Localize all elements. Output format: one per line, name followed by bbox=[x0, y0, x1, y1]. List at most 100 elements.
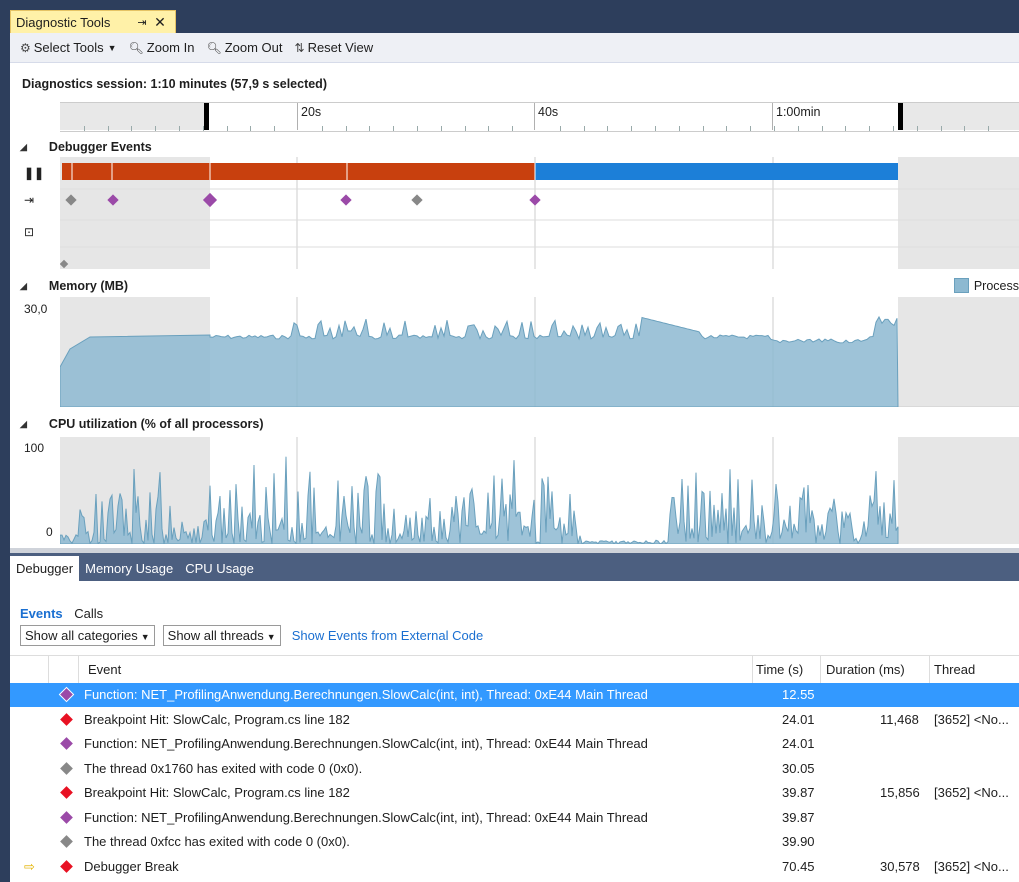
ruler-label-1min: 1:00min bbox=[776, 105, 821, 119]
ruler-major-tick bbox=[772, 103, 773, 130]
event-marker[interactable] bbox=[529, 194, 541, 206]
breakpoint-event-icon bbox=[60, 712, 73, 726]
cell-thread: [3652] <No... bbox=[934, 785, 1009, 800]
reset-view-button[interactable]: ⇅ Reset View bbox=[295, 40, 374, 55]
break-event-icon bbox=[60, 859, 73, 873]
memory-chart[interactable] bbox=[60, 297, 1019, 407]
close-icon[interactable]: ✕ bbox=[151, 14, 169, 31]
categories-value: Show all categories bbox=[25, 628, 138, 643]
ruler-minor-tick bbox=[703, 126, 704, 131]
run-state-bar[interactable] bbox=[535, 163, 898, 180]
step-icon: ⇥ bbox=[24, 193, 35, 207]
event-row[interactable]: ⇨ Debugger Break 70.45 30,578 [3652] <No... bbox=[10, 855, 1019, 879]
ruler-minor-tick bbox=[584, 126, 585, 131]
selection-end-handle[interactable] bbox=[898, 103, 903, 130]
external-code-link[interactable]: Show Events from External Code bbox=[292, 628, 483, 643]
event-row[interactable]: Breakpoint Hit: SlowCalc, Program.cs lin… bbox=[10, 781, 1019, 805]
categories-dropdown[interactable]: Show all categories ▼ bbox=[20, 625, 155, 646]
ruler-minor-tick bbox=[322, 126, 323, 131]
select-tools-button[interactable]: ⚙ Select Tools ▼ bbox=[20, 40, 117, 55]
cell-event: Function: NET_ProfilingAnwendung.Berechn… bbox=[84, 687, 648, 702]
ruler-minor-tick bbox=[917, 126, 918, 131]
event-row[interactable]: Breakpoint Hit: SlowCalc, Program.cs lin… bbox=[10, 708, 1019, 732]
cell-thread: [3652] <No... bbox=[934, 711, 1009, 727]
tab-debugger[interactable]: Debugger bbox=[10, 556, 80, 581]
subtab-events[interactable]: Events bbox=[20, 606, 63, 621]
ruler-minor-tick bbox=[179, 126, 180, 131]
zoom-in-button[interactable]: 🔍︎ Zoom In bbox=[129, 40, 195, 55]
chevron-down-icon: ▼ bbox=[140, 632, 150, 642]
event-row[interactable]: Function: NET_ProfilingAnwendung.Berechn… bbox=[10, 806, 1019, 830]
gear-icon: ⚙ bbox=[20, 40, 31, 55]
diagnostic-tools-tab[interactable]: Diagnostic Tools ⇥ ✕ bbox=[10, 10, 176, 33]
memory-header[interactable]: ◢ Memory (MB) bbox=[10, 276, 128, 296]
zoom-out-icon: 🔍︎ bbox=[206, 40, 222, 55]
cell-duration: 11,468 bbox=[880, 711, 919, 727]
events-grid-header: Event Time (s) Duration (ms) Thread bbox=[10, 655, 1019, 684]
ruler-minor-tick bbox=[964, 126, 965, 131]
collapse-triangle-icon[interactable]: ◢ bbox=[20, 142, 27, 153]
ruler-minor-tick bbox=[417, 126, 418, 131]
diagnostic-tools-window: ⚙ Select Tools ▼ 🔍︎ Zoom In 🔍︎ Zoom Out … bbox=[10, 33, 1019, 882]
ruler-label-20s: 20s bbox=[301, 105, 322, 119]
pin-icon[interactable]: ⇥ bbox=[133, 16, 151, 29]
event-row[interactable]: The thread 0xfcc has exited with code 0 … bbox=[10, 830, 1019, 854]
cpu-header[interactable]: ◢ CPU utilization (% of all processors) bbox=[10, 414, 264, 434]
cpu-chart[interactable] bbox=[60, 437, 1019, 544]
ruler-minor-tick bbox=[774, 126, 775, 131]
cpu-max-label: 100 bbox=[24, 441, 45, 455]
event-row[interactable]: Function: NET_ProfilingAnwendung.Berechn… bbox=[10, 683, 1019, 707]
tab-cpu-usage[interactable]: CPU Usage bbox=[179, 561, 260, 581]
ruler-label-40s: 40s bbox=[538, 105, 559, 119]
function-event-icon bbox=[58, 686, 75, 703]
thread-event-icon bbox=[60, 761, 73, 775]
selection-start-handle[interactable] bbox=[204, 103, 209, 130]
memory-legend: Process bbox=[953, 278, 1019, 293]
collapse-triangle-icon[interactable]: ◢ bbox=[20, 281, 27, 292]
debugger-events-lane[interactable] bbox=[60, 157, 1019, 269]
cell-event: Function: NET_ProfilingAnwendung.Berechn… bbox=[84, 809, 648, 825]
ruler-minor-tick bbox=[131, 126, 132, 131]
ruler-minor-tick bbox=[108, 126, 109, 131]
zoom-out-button[interactable]: 🔍︎ Zoom Out bbox=[206, 40, 282, 55]
collapse-triangle-icon[interactable]: ◢ bbox=[20, 419, 27, 430]
legend-label: Process bbox=[973, 278, 1019, 293]
cpu-min-label: 0 bbox=[46, 525, 53, 539]
debugger-events-header[interactable]: ◢ Debugger Events bbox=[10, 137, 152, 157]
cell-event: Breakpoint Hit: SlowCalc, Program.cs lin… bbox=[84, 711, 350, 727]
event-marker[interactable] bbox=[340, 194, 352, 206]
memory-title: Memory (MB) bbox=[48, 279, 129, 293]
zoom-out-label: Zoom Out bbox=[224, 40, 283, 55]
current-event-arrow-icon: ⇨ bbox=[24, 858, 35, 874]
reset-view-label: Reset View bbox=[307, 40, 374, 55]
threads-dropdown[interactable]: Show all threads ▼ bbox=[162, 625, 281, 646]
ruler-minor-tick bbox=[512, 126, 513, 131]
ruler-minor-tick bbox=[750, 126, 751, 131]
cell-thread: [3652] <No... bbox=[934, 858, 1009, 874]
col-time[interactable]: Time (s) bbox=[756, 662, 803, 677]
subtab-calls[interactable]: Calls bbox=[74, 606, 103, 621]
ruler-minor-tick bbox=[227, 126, 228, 131]
tab-memory-usage[interactable]: Memory Usage bbox=[79, 561, 179, 581]
event-row[interactable]: Function: NET_ProfilingAnwendung.Berechn… bbox=[10, 732, 1019, 756]
ruler-minor-tick bbox=[607, 126, 608, 131]
bottom-tab-strip: Debugger Memory Usage CPU Usage bbox=[10, 553, 1019, 581]
break-state-bar[interactable] bbox=[62, 163, 535, 180]
event-marker[interactable] bbox=[411, 194, 423, 206]
col-event[interactable]: Event bbox=[88, 662, 121, 677]
ruler-minor-tick bbox=[726, 126, 727, 131]
filter-bar: Show all categories ▼ Show all threads ▼ S… bbox=[20, 625, 483, 646]
ruler-minor-tick bbox=[441, 126, 442, 131]
ruler-minor-tick bbox=[155, 126, 156, 131]
debugger-events-title: Debugger Events bbox=[48, 140, 152, 154]
event-row[interactable]: The thread 0x1760 has exited with code 0… bbox=[10, 757, 1019, 781]
toolbar: ⚙ Select Tools ▼ 🔍︎ Zoom In 🔍︎ Zoom Out … bbox=[10, 33, 1019, 63]
threads-value: Show all threads bbox=[167, 628, 264, 643]
timeline-ruler[interactable]: 20s 40s 1:00min bbox=[60, 102, 1019, 132]
tab-title: Diagnostic Tools bbox=[16, 14, 111, 30]
col-duration[interactable]: Duration (ms) bbox=[826, 662, 905, 677]
col-thread[interactable]: Thread bbox=[934, 662, 975, 677]
reset-view-icon: ⇅ bbox=[294, 40, 305, 55]
ruler-minor-tick bbox=[369, 126, 370, 131]
ruler-minor-tick bbox=[274, 126, 275, 131]
